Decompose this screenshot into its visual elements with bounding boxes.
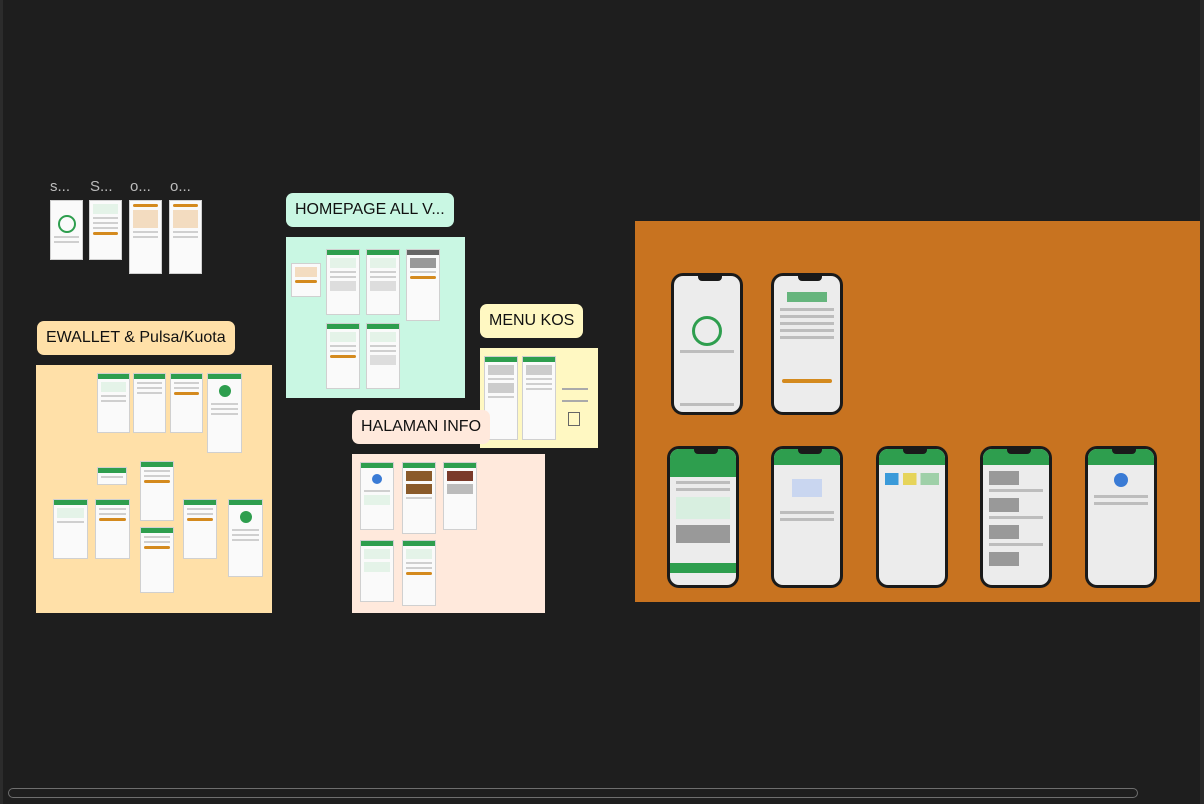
frame-title-4[interactable]: o... <box>170 178 191 195</box>
canvas-right-edge <box>1200 0 1204 804</box>
phone-kos-list[interactable] <box>980 446 1052 588</box>
canvas-left-edge <box>0 0 3 804</box>
section-showcase[interactable] <box>635 221 1200 602</box>
phone-info[interactable] <box>1085 446 1157 588</box>
frame-title-1[interactable]: s... <box>50 178 70 195</box>
info-icon <box>1114 473 1128 487</box>
phone-pembayaran[interactable] <box>771 446 843 588</box>
bank-frame[interactable] <box>89 200 122 260</box>
logo-icon <box>57 215 76 233</box>
horizontal-scrollbar[interactable] <box>8 788 1138 798</box>
section-label-homepage[interactable]: HOMEPAGE ALL V... <box>286 193 454 227</box>
section-label-halaman-info[interactable]: HALAMAN INFO <box>352 410 491 444</box>
section-halaman-info[interactable] <box>352 454 545 613</box>
phone-ewallet[interactable] <box>876 446 948 588</box>
section-ewallet[interactable] <box>36 365 272 613</box>
logo-icon <box>692 316 722 346</box>
section-label-ewallet[interactable]: EWALLET & Pulsa/Kuota <box>37 321 235 355</box>
section-homepage[interactable] <box>286 237 465 398</box>
onboarding-frame-1[interactable] <box>129 200 162 274</box>
info-icon <box>372 474 382 484</box>
phone-splash[interactable] <box>671 273 743 415</box>
section-menu-kos[interactable] <box>480 348 598 448</box>
frame-title-2[interactable]: S... <box>90 178 113 195</box>
onboarding-frame-2[interactable] <box>169 200 202 274</box>
splash-frame[interactable] <box>50 200 83 260</box>
section-label-menu-kos[interactable]: MENU KOS <box>480 304 584 338</box>
check-icon <box>218 385 231 397</box>
phone-home[interactable] <box>667 446 739 588</box>
frame-title-3[interactable]: o... <box>130 178 151 195</box>
phone-bank[interactable] <box>771 273 843 415</box>
document-icon <box>568 412 580 426</box>
note-text-placeholder <box>562 388 588 402</box>
